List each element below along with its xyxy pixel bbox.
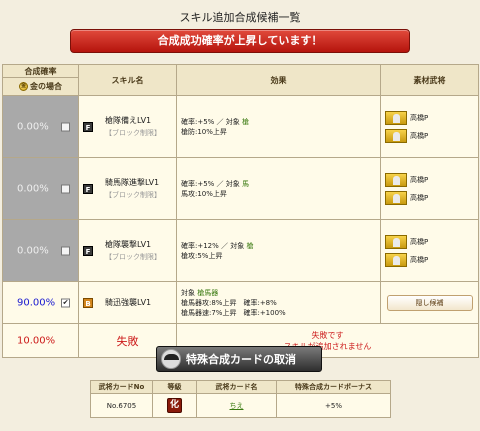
general-portrait-icon (385, 172, 407, 187)
rate-value: 90.00% (17, 297, 56, 308)
effect-target: 槍 (242, 117, 250, 126)
general-portrait-icon (385, 234, 407, 249)
skill-cell: F 騎馬隊進撃LV1 【ブロック制限】 (78, 157, 177, 220)
fail-label: 失敗 (116, 334, 139, 348)
rate-cell: 0.00% (2, 157, 79, 220)
select-checkbox[interactable] (61, 122, 70, 131)
table-row-selected: 90.00% ✔ B 騎迅強襲LV1 対象 槍馬器 槍馬器攻:8%上昇 確率:+… (2, 281, 479, 324)
effect-cell: 対象 槍馬器 槍馬器攻:8%上昇 確率:+8% 槍馬器速:7%上昇 確率:+10… (176, 281, 381, 324)
rate-cell: 90.00% ✔ (2, 281, 79, 324)
cancel-special-card-button[interactable]: 特殊合成カードの取消 (156, 346, 322, 372)
header-card-name: 武将カード名 (196, 380, 277, 394)
header-material: 素材武将 (380, 64, 479, 96)
cancel-button-label: 特殊合成カードの取消 (186, 353, 296, 366)
fail-message: 失敗です (311, 330, 344, 340)
gold-coin-icon: 金 (19, 82, 28, 91)
material-item[interactable]: 高橋P (385, 190, 474, 205)
card-name-cell: ちえ (196, 393, 277, 418)
effect-cell: 確率:+12% ／ 対象 槍 槍攻:5%上昇 (176, 219, 381, 282)
rate-cell: 10.00% (2, 323, 79, 358)
general-portrait-icon (385, 190, 407, 205)
effect-detail: 槍防:10%上昇 (181, 127, 227, 136)
material-item[interactable]: 高橋P (385, 252, 474, 267)
special-card-table: 武将カードNo 等級 武将カード名 特殊合成カードボーナス No.6705 化 … (90, 380, 391, 418)
general-portrait-icon (385, 252, 407, 267)
effect-cell: 確率:+5% ／ 対象 馬 馬攻:10%上昇 (176, 157, 381, 220)
card-no: No.6705 (90, 393, 153, 418)
rate-value: 10.00% (17, 335, 56, 346)
success-rate-banner: 合成成功確率が上昇しています！ (70, 29, 410, 53)
effect-detail: 槍馬器速:7%上昇 確率:+100% (181, 308, 286, 317)
material-cell: 高橋P 高橋P (380, 95, 479, 158)
general-portrait-icon (385, 110, 407, 125)
skill-cell: F 槍隊襲撃LV1 【ブロック制限】 (78, 219, 177, 282)
skill-restriction: 【ブロック制限】 (105, 252, 161, 261)
skill-candidates-table: 合成確率 スキル名 効果 素材武将 金金の場合 0.00% F 槍隊備えLV1 … (2, 64, 479, 358)
grade-cell: 化 (152, 393, 197, 418)
skill-cell: B 騎迅強襲LV1 (78, 281, 177, 324)
table-row: 0.00% F 槍隊備えLV1 【ブロック制限】 確率:+5% ／ 対象 槍 槍… (2, 95, 479, 158)
page-title: スキル追加合成候補一覧 (179, 11, 301, 24)
skill-name: 槍隊備えLV1 (105, 115, 152, 125)
card-avatar-icon (161, 349, 181, 369)
material-cell: 高橋P 高橋P (380, 219, 479, 282)
effect-target: 槍 (246, 241, 254, 250)
header-card-no: 武将カードNo (90, 380, 153, 394)
hide-candidate-button[interactable]: 隠し候補 (386, 294, 473, 311)
rank-badge: F (83, 121, 93, 132)
effect-cell: 確率:+5% ／ 対象 槍 槍防:10%上昇 (176, 95, 381, 158)
rate-value: 0.00% (17, 121, 49, 132)
effect-detail: 槍馬器攻:8%上昇 確率:+8% (181, 298, 277, 307)
table-row: No.6705 化 ちえ +5% (90, 393, 391, 418)
skill-name: 騎迅強襲LV1 (105, 297, 152, 307)
effect-detail: 槍攻:5%上昇 (181, 251, 223, 260)
rank-badge: F (83, 183, 93, 194)
skill-restriction: 【ブロック制限】 (105, 190, 161, 199)
table-row: 0.00% F 槍隊襲撃LV1 【ブロック制限】 確率:+12% ／ 対象 槍 … (2, 219, 479, 282)
select-checkbox[interactable] (61, 246, 70, 255)
skill-name: 騎馬隊進撃LV1 (105, 177, 160, 187)
rank-badge: F (83, 245, 93, 256)
skill-restriction: 【ブロック制限】 (105, 128, 161, 137)
material-cell: 高橋P 高橋P (380, 157, 479, 220)
general-portrait-icon (385, 128, 407, 143)
rank-badge: B (83, 297, 93, 308)
effect-detail: 馬攻:10%上昇 (181, 189, 227, 198)
header-skill: スキル名 (78, 64, 177, 96)
material-item[interactable]: 高橋P (385, 128, 474, 143)
header-effect: 効果 (176, 64, 381, 96)
rate-cell: 0.00% (2, 219, 79, 282)
select-checkbox[interactable]: ✔ (61, 298, 70, 307)
table-row: 0.00% F 騎馬隊進撃LV1 【ブロック制限】 確率:+5% ／ 対象 馬 … (2, 157, 479, 220)
card-name-link[interactable]: ちえ (230, 402, 244, 410)
material-cell: 隠し候補 (380, 281, 479, 324)
card-bonus: +5% (276, 393, 391, 418)
material-item[interactable]: 高橋P (385, 110, 474, 125)
rate-value: 0.00% (17, 183, 49, 194)
rate-value: 0.00% (17, 245, 49, 256)
header-card-bonus: 特殊合成カードボーナス (276, 380, 391, 394)
header-grade: 等級 (152, 380, 197, 394)
select-checkbox[interactable] (61, 184, 70, 193)
skill-name: 槍隊襲撃LV1 (105, 239, 152, 249)
material-item[interactable]: 高橋P (385, 172, 474, 187)
rate-cell: 0.00% (2, 95, 79, 158)
grade-badge: 化 (167, 398, 182, 413)
effect-target: 槍馬器 (197, 288, 219, 297)
effect-target: 馬 (242, 179, 250, 188)
material-item[interactable]: 高橋P (385, 234, 474, 249)
skill-cell: F 槍隊備えLV1 【ブロック制限】 (78, 95, 177, 158)
header-gold-case: 金金の場合 (2, 77, 79, 96)
header-rate: 合成確率 (2, 64, 79, 78)
